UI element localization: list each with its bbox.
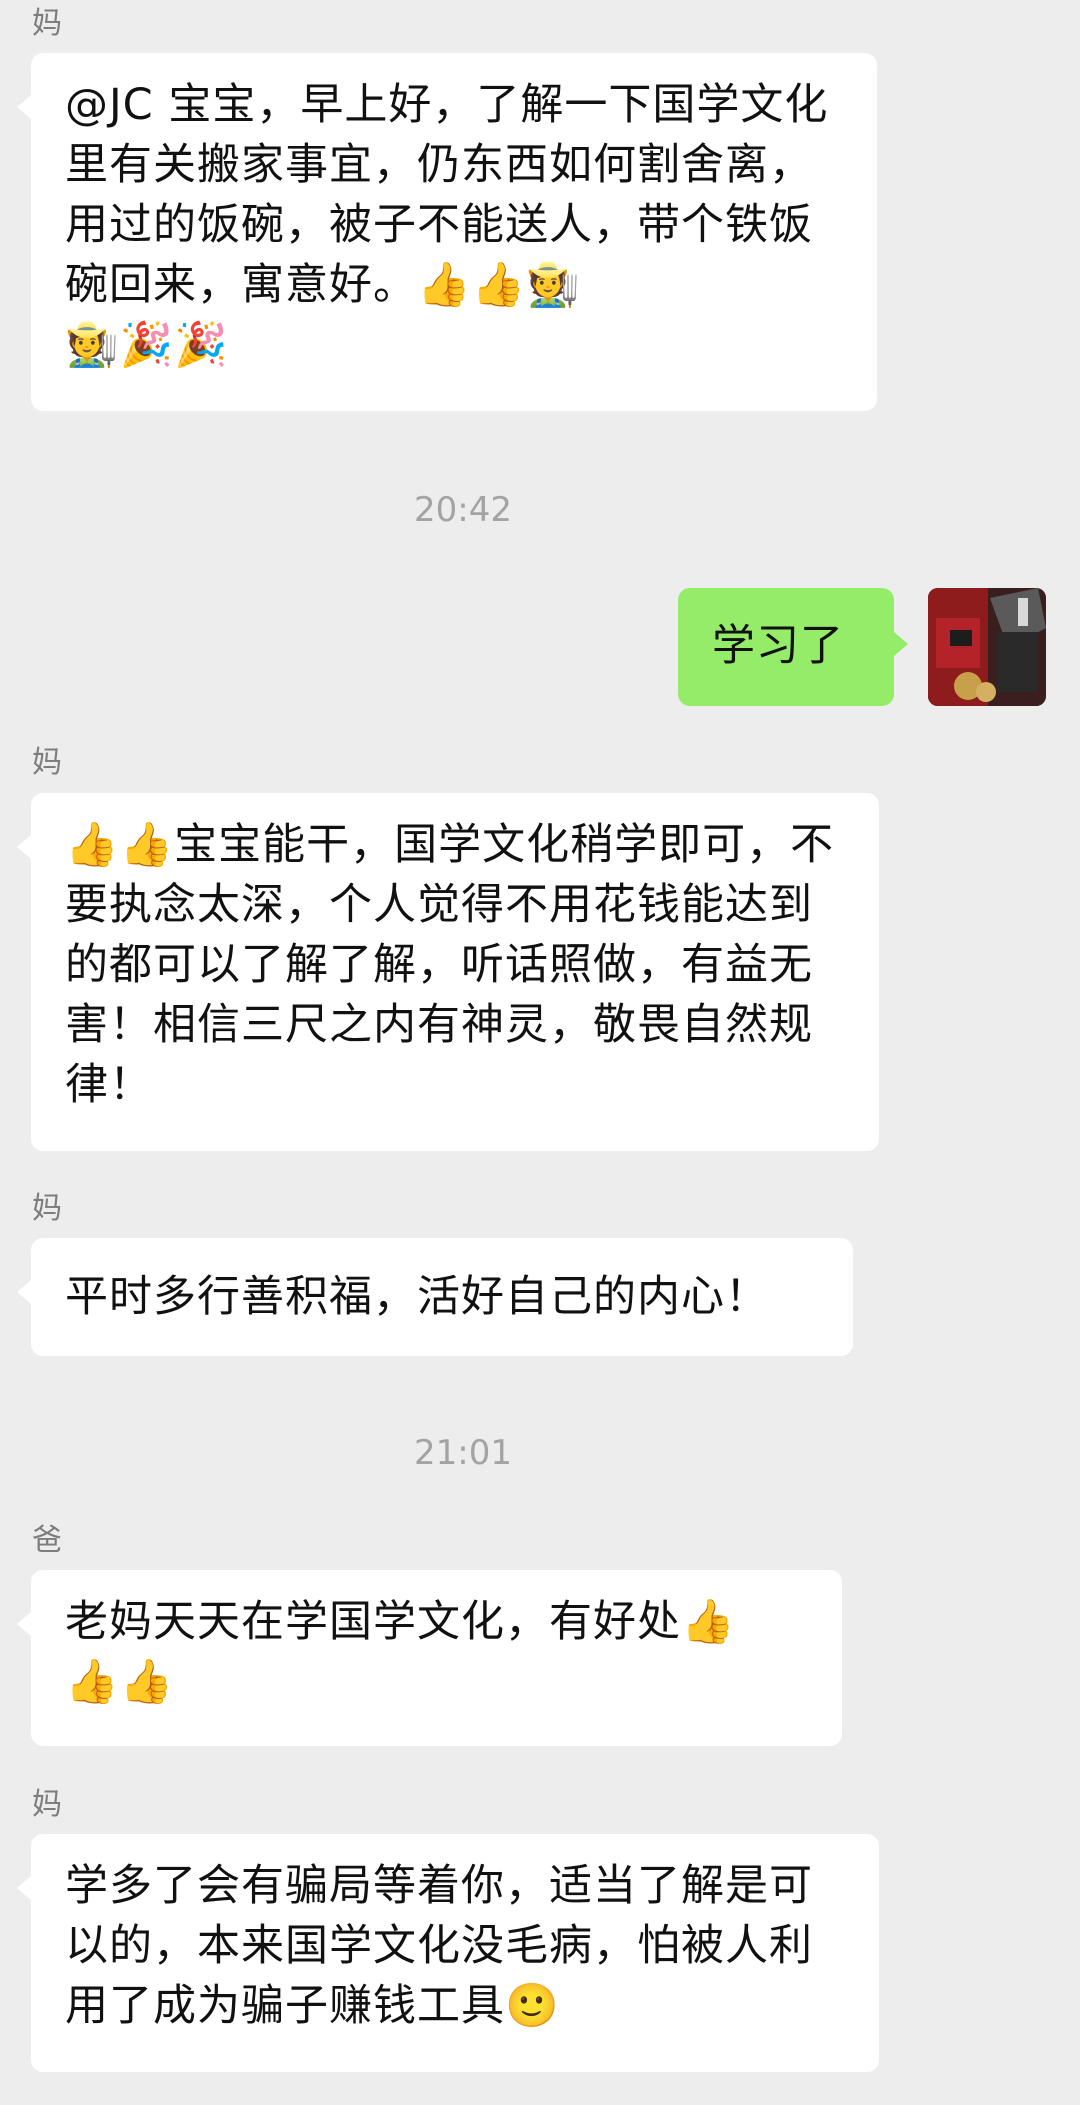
timestamp: 21:01 — [414, 1433, 512, 1473]
sender-name: 妈 — [32, 745, 62, 780]
sender-name: 爸 — [32, 1523, 62, 1558]
timestamp: 20:42 — [414, 490, 512, 530]
sender-name: 妈 — [32, 1191, 62, 1226]
message-bubble[interactable]: 学多了会有骗局等着你，适当了解是可以的，本来国学文化没毛病，怕被人利用了成为骗子… — [17, 1834, 879, 2072]
message-bubble[interactable]: 老妈天天在学国学文化，有好处👍 👍👍 — [17, 1570, 842, 1746]
avatar-image — [928, 588, 1046, 706]
sender-name: 妈 — [32, 6, 62, 41]
message-bubble[interactable]: @JC 宝宝，早上好，了解一下国学文化里有关搬家事宜，仍东西如何割舍离，用过的饭… — [17, 53, 877, 411]
avatar[interactable] — [928, 588, 1046, 706]
message-bubble[interactable]: 平时多行善积福，活好自己的内心！ — [17, 1238, 853, 1356]
outgoing-message-bubble[interactable]: 学习了 — [678, 588, 908, 706]
message-bubble[interactable]: 👍👍宝宝能干，国学文化稍学即可，不要执念太深，个人觉得不用花钱能达到的都可以了解… — [17, 793, 879, 1151]
chat-window: 妈 @JC 宝宝，早上好，了解一下国学文化里有关搬家事宜，仍东西如何割舍离，用过… — [0, 0, 1080, 2105]
sender-name: 妈 — [32, 1787, 62, 1822]
